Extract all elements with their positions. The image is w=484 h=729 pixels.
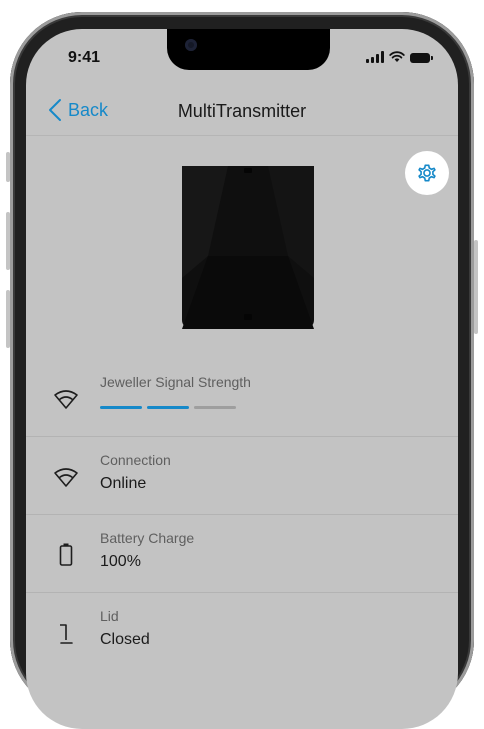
lid-value: Closed	[100, 631, 150, 648]
wifi-icon	[389, 51, 405, 62]
signal-strength-bars	[100, 406, 236, 409]
navigation-bar: Back MultiTransmitter	[26, 89, 458, 135]
connection-value: Online	[100, 475, 147, 492]
status-battery-icon	[410, 53, 433, 63]
device-area	[26, 136, 458, 358]
lid-row: Lid Closed	[26, 593, 458, 671]
battery-value: 100%	[100, 553, 141, 570]
signal-bar	[100, 406, 142, 409]
signal-strength-row: Jeweller Signal Strength	[26, 359, 458, 437]
lid-icon	[60, 624, 73, 644]
page-title: MultiTransmitter	[177, 101, 307, 121]
signal-strength-icon	[54, 390, 78, 409]
signal-bar	[147, 406, 189, 409]
connection-icon	[54, 468, 78, 487]
battery-label: Battery Charge	[100, 530, 195, 546]
battery-icon	[59, 543, 73, 566]
phone-screen: 9:41 Back MultiTransmitter Jeweller Sign…	[26, 29, 458, 729]
power-button	[474, 240, 478, 334]
gear-icon	[418, 164, 436, 182]
status-time: 9:41	[68, 49, 101, 66]
status-icons	[366, 51, 433, 63]
front-camera	[185, 39, 197, 51]
connection-label: Connection	[100, 452, 171, 468]
notch	[167, 29, 330, 70]
cellular-signal-icon	[366, 51, 384, 63]
battery-row: Battery Charge 100%	[26, 515, 458, 593]
signal-bar	[194, 406, 236, 409]
lid-label: Lid	[100, 608, 119, 624]
settings-button[interactable]	[405, 151, 449, 195]
signal-strength-label: Jeweller Signal Strength	[100, 374, 251, 390]
device-image	[182, 166, 314, 329]
connection-row: Connection Online	[26, 437, 458, 515]
